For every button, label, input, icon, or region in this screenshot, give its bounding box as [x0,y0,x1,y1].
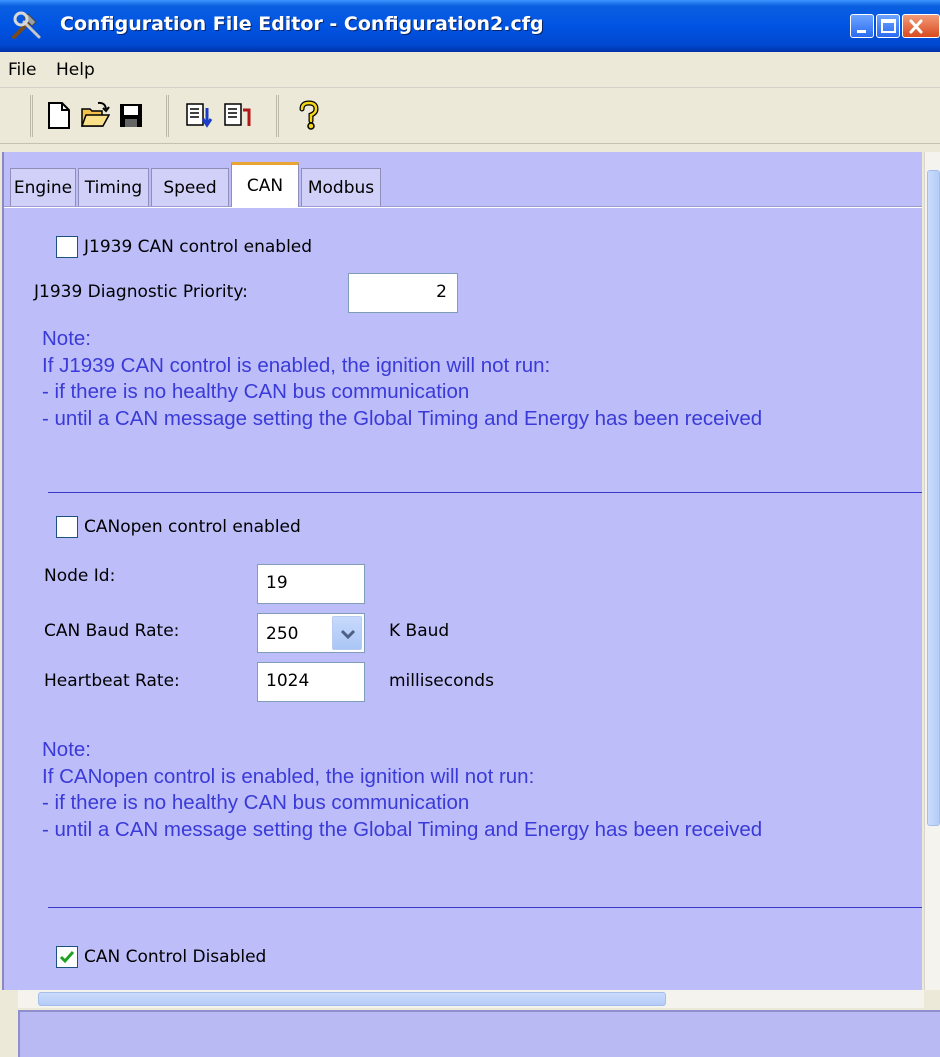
note-line: Note: [42,327,91,350]
note-line: - until a CAN message setting the Global… [42,406,763,430]
vertical-scrollbar[interactable] [924,152,940,990]
toolbar-separator [30,95,33,137]
section-divider [48,492,922,493]
heartbeat-rate-field[interactable]: 1024 [257,662,365,702]
node-id-label: Node Id: [44,566,116,586]
toolbar-separator [166,95,169,137]
toolbar [0,88,940,144]
menu-bar: File Help [0,52,940,88]
canopen-enabled-checkbox[interactable] [56,516,78,538]
tab-divider [4,206,922,208]
j1939-enabled-checkbox[interactable] [56,236,78,258]
title-bar[interactable]: Configuration File Editor - Configuratio… [0,0,940,52]
section-divider [48,907,922,908]
horizontal-scrollbar[interactable] [18,990,924,1008]
window-title: Configuration File Editor - Configuratio… [60,13,544,35]
can-disabled-checkbox[interactable] [56,946,78,968]
baud-rate-value: 250 [266,624,299,644]
canopen-enabled-label: CANopen control enabled [84,517,301,537]
j1939-priority-label: J1939 Diagnostic Priority: [34,282,248,302]
note-line: Note: [42,738,91,761]
upload-config-icon[interactable] [222,100,252,130]
node-id-field[interactable]: 19 [257,564,365,604]
vertical-scroll-thumb[interactable] [927,170,940,826]
status-bar [18,1010,940,1057]
j1939-priority-field[interactable]: 2 [348,273,458,313]
download-config-icon[interactable] [184,100,214,130]
can-settings-panel: Engine Timing Speed CAN Modbus J1939 CAN… [2,152,922,990]
maximize-button[interactable] [876,14,900,38]
tab-modbus[interactable]: Modbus [301,168,381,206]
baud-unit-label: K Baud [389,621,450,641]
new-file-icon[interactable] [44,100,74,130]
j1939-note: Note: If J1939 CAN control is enabled, t… [42,326,762,432]
can-disabled-label: CAN Control Disabled [84,947,267,967]
tools-icon [10,10,44,42]
minimize-button[interactable] [850,14,874,38]
help-icon[interactable] [294,100,324,130]
chevron-down-icon[interactable] [332,616,362,650]
note-line: - if there is no healthy CAN bus communi… [42,791,470,814]
tab-speed[interactable]: Speed [151,168,229,206]
save-icon[interactable] [116,100,146,130]
canopen-note: Note: If CANopen control is enabled, the… [42,737,762,843]
j1939-enabled-label: J1939 CAN control enabled [84,237,313,257]
open-folder-icon[interactable] [80,100,111,130]
tab-timing[interactable]: Timing [78,168,149,206]
note-line: - until a CAN message setting the Global… [42,817,763,841]
menu-help[interactable]: Help [56,60,95,80]
heartbeat-rate-label: Heartbeat Rate: [44,671,180,691]
close-button[interactable] [902,14,940,38]
note-line: If CANopen control is enabled, the ignit… [42,764,535,788]
toolbar-separator [276,95,279,137]
checkmark-icon [59,951,75,964]
heartbeat-unit-label: milliseconds [389,671,494,691]
tab-engine[interactable]: Engine [10,168,76,206]
baud-rate-label: CAN Baud Rate: [44,621,180,641]
menu-file[interactable]: File [8,60,36,80]
note-line: - if there is no healthy CAN bus communi… [42,380,470,403]
tab-can[interactable]: CAN [231,162,299,207]
horizontal-scroll-thumb[interactable] [38,992,666,1006]
baud-rate-select[interactable]: 250 [257,613,365,653]
note-line: If J1939 CAN control is enabled, the ign… [42,353,551,377]
app-window: Configuration File Editor - Configuratio… [0,0,940,1057]
